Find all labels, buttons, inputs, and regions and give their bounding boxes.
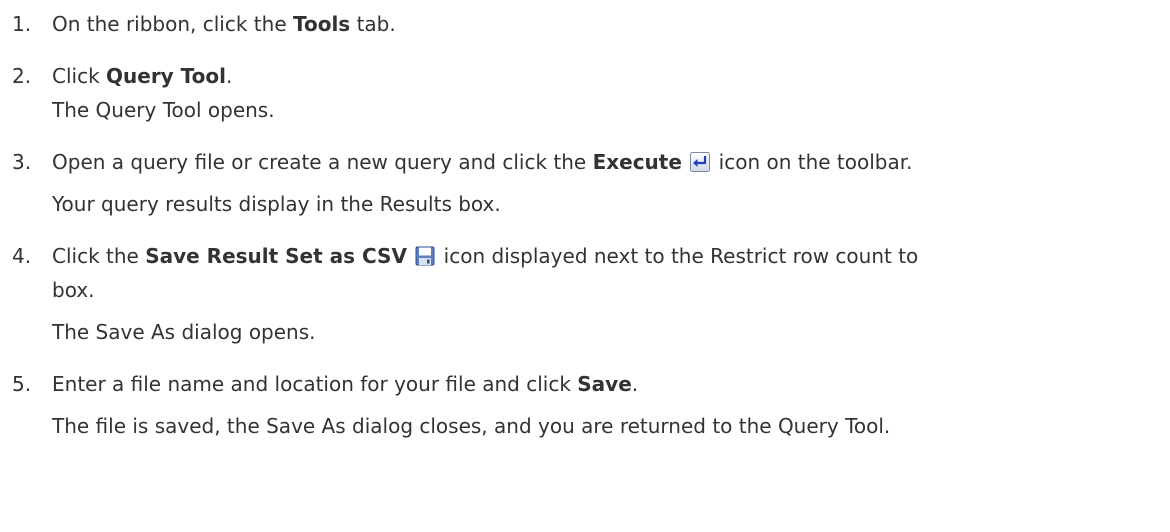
step-5: 5. Enter a file name and location for yo…	[12, 367, 1162, 443]
step-text: Enter a file name and location for your …	[52, 372, 639, 396]
step-number: 1.	[12, 12, 32, 36]
step-number: 3.	[12, 150, 32, 174]
step-number: 4.	[12, 244, 32, 268]
step-3: 3. Open a query file or create a new que…	[12, 145, 1162, 221]
ui-term: Tools	[292, 12, 351, 36]
step-text: Click the Save Result Set as CSV icon di…	[52, 244, 919, 268]
instruction-steps: 1. On the ribbon, click the Tools tab. 2…	[12, 0, 1162, 443]
ui-term: Query Tool	[106, 64, 227, 88]
step-result: Your query results display in the Result…	[52, 192, 501, 216]
step-1: 1. On the ribbon, click the Tools tab.	[12, 7, 1162, 41]
step-number: 5.	[12, 372, 32, 396]
step-text: On the ribbon, click the Tools tab.	[52, 12, 396, 36]
step-text: Click Query Tool.	[52, 64, 233, 88]
step-result: The Query Tool opens.	[52, 98, 275, 122]
step-result: The file is saved, the Save As dialog cl…	[52, 414, 891, 438]
step-4: 4. Click the Save Result Set as CSV icon…	[12, 239, 1162, 349]
step-result: The Save As dialog opens.	[52, 320, 316, 344]
execute-icon	[690, 152, 711, 172]
step-number: 2.	[12, 64, 32, 88]
ui-term: Save	[577, 372, 632, 396]
ui-term: Save Result Set as CSV	[145, 244, 407, 268]
ui-term: Execute	[592, 150, 682, 174]
step-text-continued: box.	[52, 278, 95, 302]
save-icon	[415, 246, 435, 266]
step-text: Open a query file or create a new query …	[52, 150, 913, 174]
step-2: 2. Click Query Tool. The Query Tool open…	[12, 59, 1162, 127]
